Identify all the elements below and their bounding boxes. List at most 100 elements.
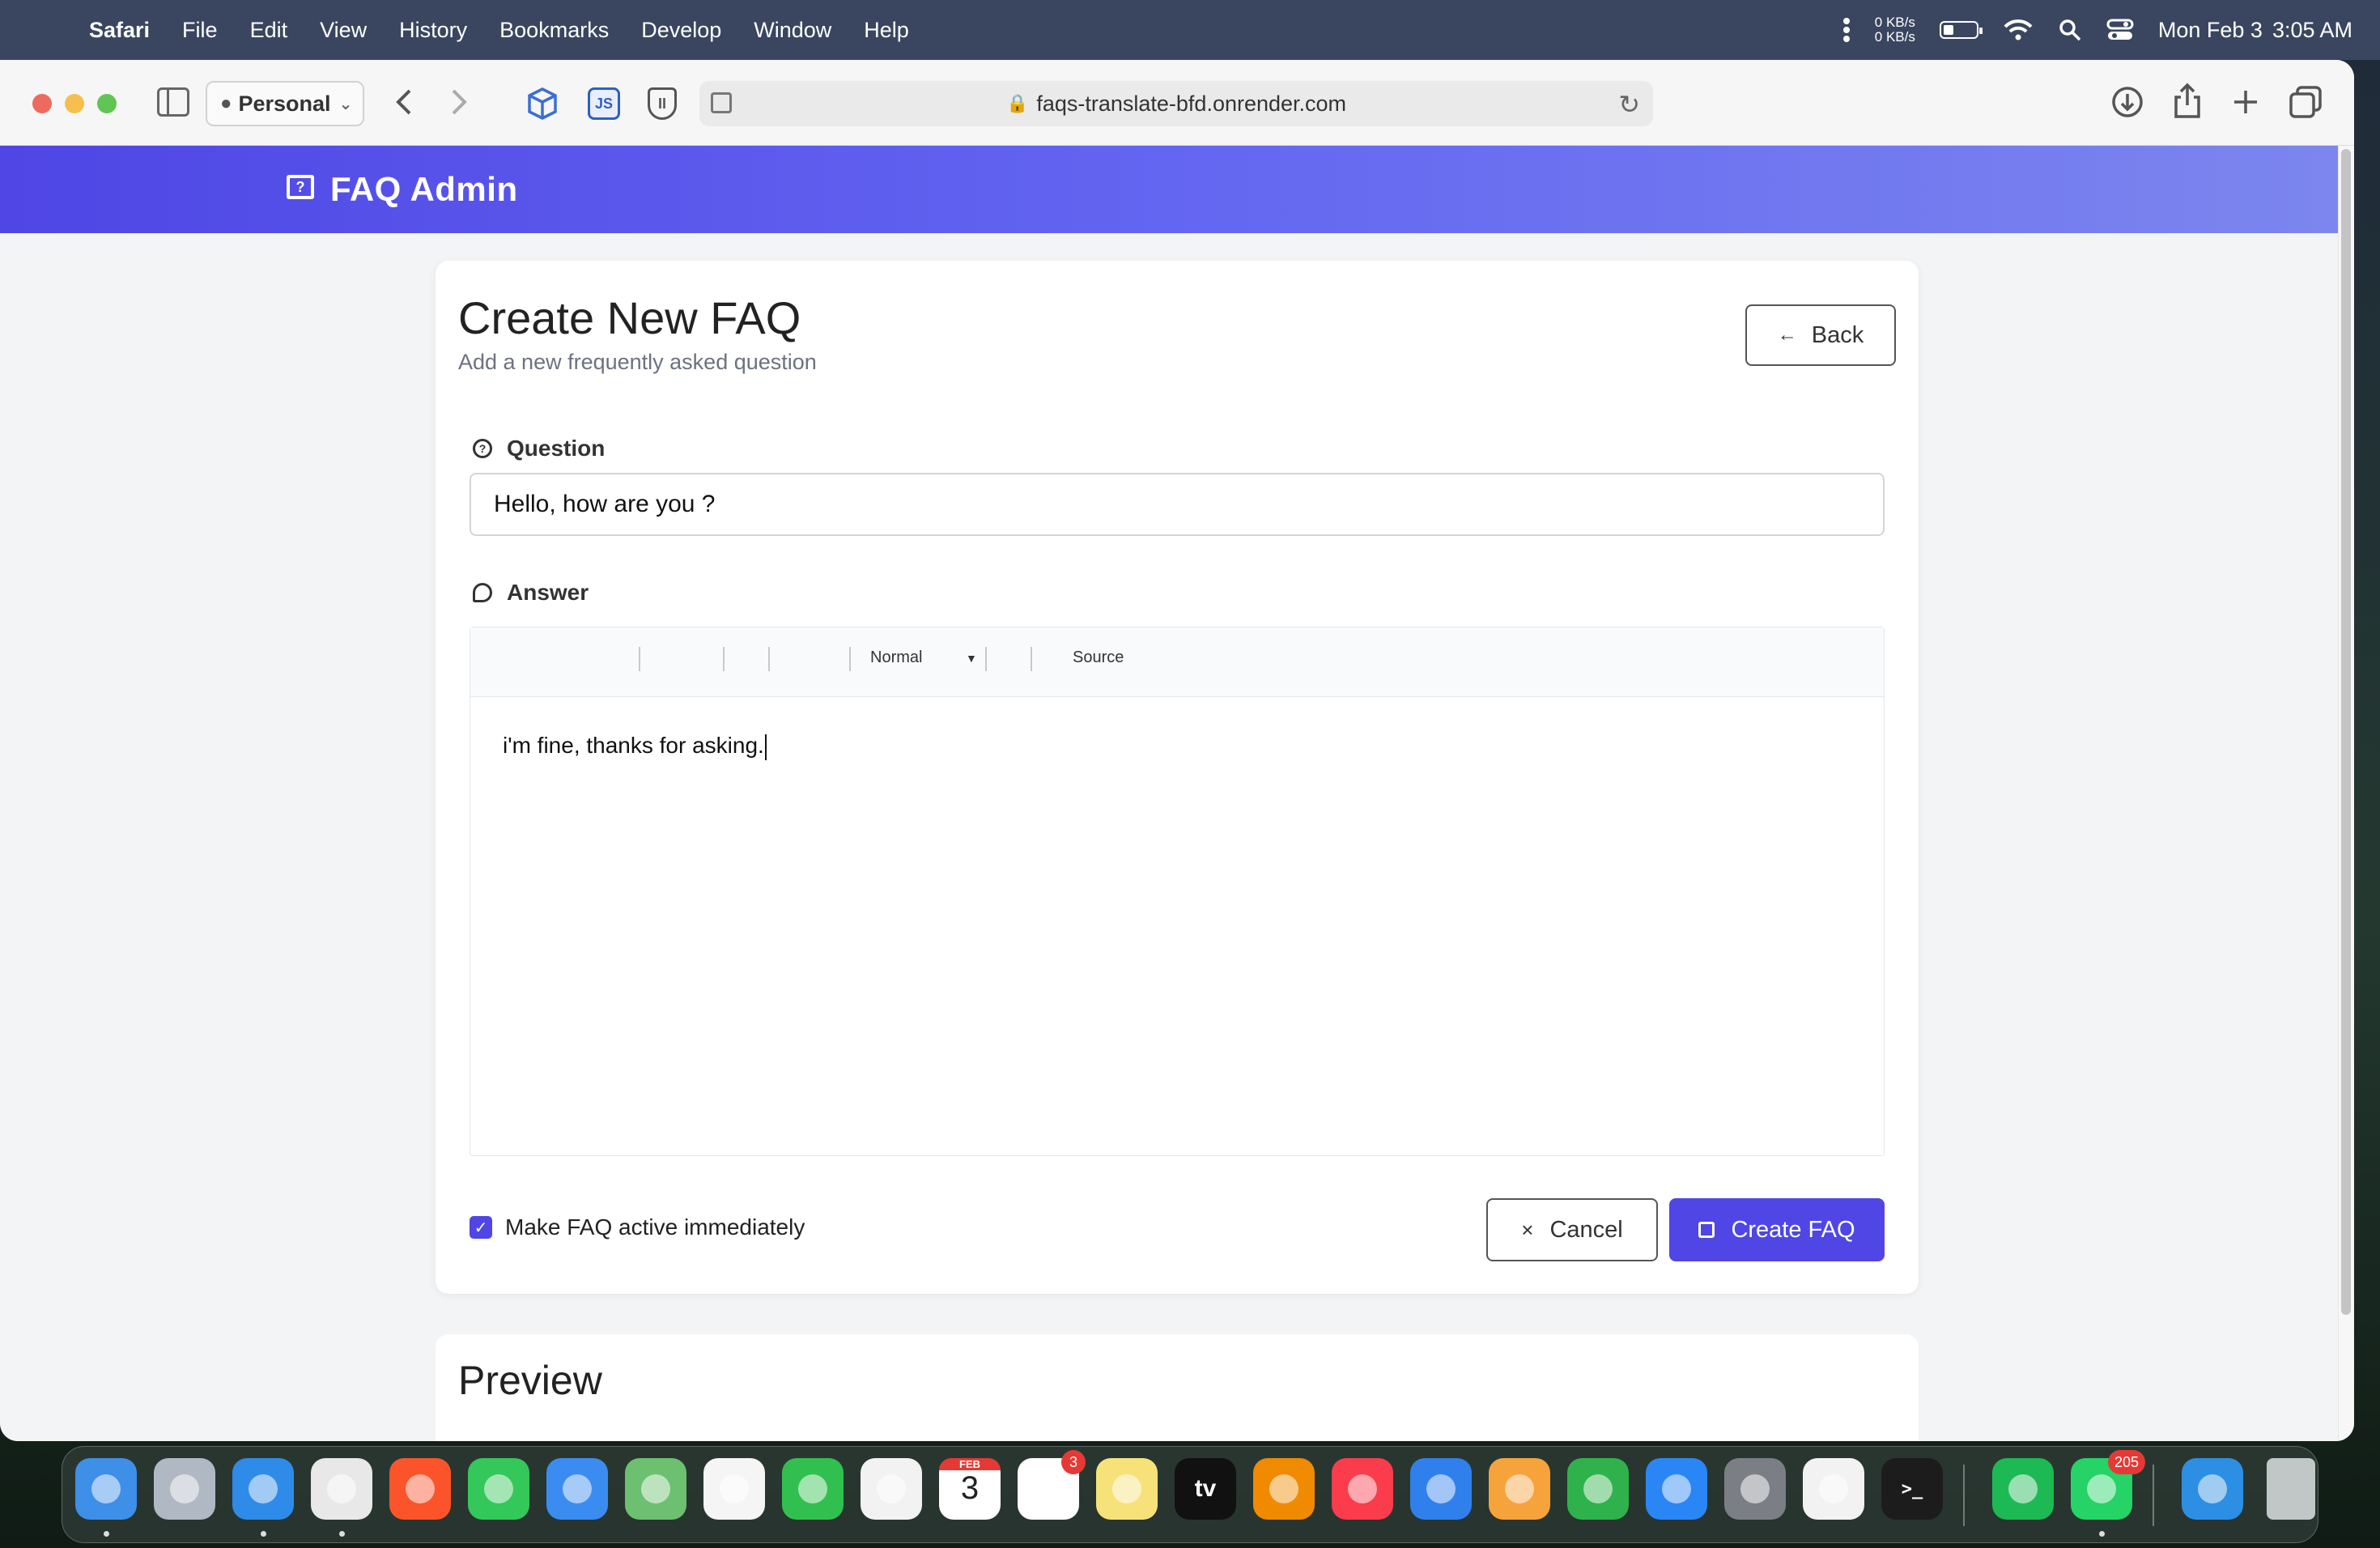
- terminal-label: >_: [1901, 1478, 1923, 1499]
- address-bar[interactable]: 🔒 faqs-translate-bfd.onrender.com ↻: [699, 81, 1653, 126]
- dock-divider: [2153, 1465, 2154, 1526]
- menu-history[interactable]: History: [399, 18, 467, 43]
- new-tab-icon[interactable]: [2229, 86, 2262, 118]
- minimize-window-button[interactable]: [65, 94, 84, 113]
- menu-view[interactable]: View: [320, 18, 367, 43]
- menu-bookmarks[interactable]: Bookmarks: [499, 18, 609, 43]
- maps-icon-glyph: [641, 1474, 670, 1503]
- menu-develop[interactable]: Develop: [641, 18, 721, 43]
- reload-icon[interactable]: ↻: [1618, 89, 1640, 120]
- lock-icon: 🔒: [1005, 93, 1029, 113]
- question-input[interactable]: [470, 473, 1885, 536]
- comment-bubble-icon: [473, 583, 492, 602]
- tab-overview-icon[interactable]: [2288, 84, 2323, 120]
- photos-icon[interactable]: [703, 1458, 765, 1520]
- keynote-icon[interactable]: [1410, 1458, 1472, 1520]
- question-circle-icon: ?: [473, 439, 492, 458]
- active-checkbox-label[interactable]: Make FAQ active immediately: [505, 1214, 805, 1240]
- downloads-icon[interactable]: [2110, 84, 2145, 120]
- mail-icon[interactable]: [546, 1458, 608, 1520]
- rich-text-editor[interactable]: Normal ▼ Source i'm fine, thanks for ask…: [470, 627, 1885, 1156]
- clock-date[interactable]: Mon Feb 3 3:05 AM: [2158, 18, 2352, 43]
- vlc-icon[interactable]: [1253, 1458, 1315, 1520]
- source-button[interactable]: Source: [1073, 649, 1124, 667]
- active-toggle[interactable]: ✓ Make FAQ active immediately: [470, 1214, 805, 1240]
- reader-mode-icon[interactable]: [711, 92, 732, 113]
- messages-icon[interactable]: [468, 1458, 529, 1520]
- forward-nav-icon[interactable]: [447, 84, 471, 120]
- running-indicator: [339, 1531, 345, 1537]
- terminal-icon[interactable]: >_: [1881, 1458, 1943, 1520]
- format-select[interactable]: Normal: [870, 649, 922, 667]
- extension-js-icon[interactable]: JS: [588, 87, 620, 120]
- status-area: 0 KB/s 0 KB/s Mon Feb 3 3:05 AM: [1842, 0, 2352, 60]
- menu-window[interactable]: Window: [754, 18, 831, 43]
- facetime-icon[interactable]: [782, 1458, 844, 1520]
- net-up-value: 0 KB/s: [1874, 15, 1915, 30]
- extension-shield-icon[interactable]: II: [648, 87, 677, 120]
- spotify-icon[interactable]: [1992, 1458, 2054, 1520]
- launchpad-icon[interactable]: [154, 1458, 215, 1520]
- control-center-icon[interactable]: [2106, 18, 2134, 42]
- editor-content[interactable]: i'm fine, thanks for asking.: [503, 733, 767, 760]
- preview-card: Preview: [436, 1334, 1919, 1441]
- numbers-icon[interactable]: [1567, 1458, 1629, 1520]
- close-icon: ×: [1521, 1217, 1534, 1242]
- safari-icon[interactable]: [232, 1458, 294, 1520]
- appletv-label: tv: [1194, 1475, 1217, 1502]
- menu-app-name[interactable]: Safari: [89, 18, 150, 43]
- back-nav-icon[interactable]: [392, 84, 416, 120]
- profile-selector[interactable]: ● Personal ⌄: [206, 81, 364, 126]
- finder-icon[interactable]: [75, 1458, 137, 1520]
- chrome-icon[interactable]: [311, 1458, 372, 1520]
- settings-icon[interactable]: [1724, 1458, 1786, 1520]
- envelope-icon[interactable]: [861, 1458, 922, 1520]
- finder-icon-glyph: [91, 1474, 121, 1503]
- back-button[interactable]: ← Back: [1745, 304, 1896, 366]
- create-faq-button[interactable]: Create FAQ: [1669, 1198, 1885, 1261]
- more-menu-icon[interactable]: [1842, 18, 1851, 42]
- search-icon[interactable]: [2058, 18, 2082, 42]
- mail-icon-glyph: [563, 1474, 592, 1503]
- create-button-label: Create FAQ: [1731, 1216, 1855, 1243]
- menu-edit[interactable]: Edit: [250, 18, 288, 43]
- cancel-button[interactable]: × Cancel: [1486, 1198, 1658, 1261]
- menu-file[interactable]: File: [182, 18, 218, 43]
- scrollbar-thumb[interactable]: [2341, 149, 2351, 1315]
- calendar-icon[interactable]: FEB 3: [939, 1458, 1001, 1520]
- toolbar-separator: [768, 647, 770, 671]
- active-checkbox[interactable]: ✓: [470, 1216, 492, 1239]
- caret-down-icon[interactable]: ▼: [966, 652, 977, 665]
- docker-icon[interactable]: [2182, 1458, 2243, 1520]
- music-icon-glyph: [1348, 1474, 1377, 1503]
- brand-title[interactable]: FAQ Admin: [330, 170, 518, 209]
- answer-label-text: Answer: [507, 580, 589, 605]
- music-icon[interactable]: [1332, 1458, 1393, 1520]
- share-icon[interactable]: [2171, 83, 2204, 120]
- wifi-icon[interactable]: [2003, 18, 2034, 42]
- time-text: 3:05 AM: [2272, 17, 2352, 42]
- back-button-label: Back: [1811, 321, 1864, 348]
- close-window-button[interactable]: [32, 94, 52, 113]
- app-navbar: ? FAQ Admin: [0, 146, 2338, 233]
- notes-icon[interactable]: [1096, 1458, 1158, 1520]
- network-stats[interactable]: 0 KB/s 0 KB/s: [1875, 15, 1915, 45]
- vscode-icon[interactable]: [1803, 1458, 1864, 1520]
- pages-icon[interactable]: [1489, 1458, 1550, 1520]
- whatsapp-icon-glyph: [2087, 1474, 2116, 1503]
- zoom-window-button[interactable]: [97, 94, 117, 113]
- sidebar-toggle-icon[interactable]: [157, 87, 189, 117]
- brave-icon[interactable]: [389, 1458, 451, 1520]
- menu-help[interactable]: Help: [864, 18, 909, 43]
- dock-divider: [1963, 1465, 1965, 1526]
- extension-cube-icon[interactable]: [525, 86, 560, 121]
- battery-icon[interactable]: [1939, 21, 1983, 39]
- trash-icon[interactable]: [2267, 1458, 2315, 1520]
- appletv-icon[interactable]: tv: [1175, 1458, 1236, 1520]
- faq-brand-icon: ?: [287, 175, 314, 199]
- vscode-icon-glyph: [1819, 1474, 1848, 1503]
- spotify-icon-glyph: [2008, 1474, 2038, 1503]
- text-cursor: [764, 734, 767, 760]
- maps-icon[interactable]: [625, 1458, 686, 1520]
- appstore-icon[interactable]: [1646, 1458, 1707, 1520]
